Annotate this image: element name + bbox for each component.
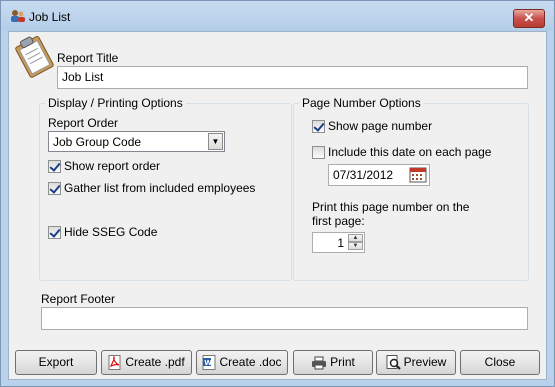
report-title-input[interactable]: Job List: [57, 66, 528, 89]
first-page-label-line2: first page:: [312, 214, 365, 228]
stepper-buttons: ▲ ▼: [348, 234, 363, 251]
page-date-value: 07/31/2012: [333, 168, 394, 182]
close-button[interactable]: Close: [460, 350, 540, 375]
print-button[interactable]: Print: [293, 350, 373, 375]
close-icon: ✕: [523, 10, 535, 25]
gather-list-checkbox[interactable]: [48, 182, 61, 195]
include-date-checkbox[interactable]: [312, 146, 325, 159]
report-footer-label: Report Footer: [41, 292, 116, 306]
page-number-options-group: Page Number Options Show page number Inc…: [293, 96, 529, 281]
page-date-input[interactable]: 07/31/2012: [328, 164, 430, 186]
report-footer-input[interactable]: [41, 307, 528, 330]
first-page-number-stepper[interactable]: 1 ▲ ▼: [312, 232, 365, 253]
first-page-label-line1: Print this page number on the: [312, 200, 470, 214]
svg-text:W: W: [205, 359, 213, 367]
calendar-icon[interactable]: [409, 167, 427, 183]
create-doc-label: Create .doc: [219, 355, 282, 369]
show-report-order-label: Show report order: [64, 159, 161, 173]
clipboard-icon: [15, 35, 54, 78]
hide-sseg-checkbox[interactable]: [48, 226, 61, 239]
word-doc-icon: W: [202, 355, 216, 371]
window-close-button[interactable]: ✕: [513, 9, 545, 28]
preview-label: Preview: [403, 355, 447, 369]
display-options-title: Display / Printing Options: [45, 96, 186, 110]
include-date-label: Include this date on each page: [328, 145, 492, 159]
dialog-body: Report Title Job List Display / Printing…: [8, 31, 547, 380]
chevron-down-icon[interactable]: ▼: [208, 133, 223, 150]
preview-magnifier-icon: [386, 355, 401, 371]
title-bar[interactable]: Job List ✕: [1, 1, 554, 31]
create-pdf-button[interactable]: Create .pdf: [101, 350, 192, 375]
page-number-options-title: Page Number Options: [299, 96, 424, 110]
preview-button[interactable]: Preview: [376, 350, 456, 375]
show-page-number-label: Show page number: [328, 119, 433, 133]
gather-list-label: Gather list from included employees: [64, 181, 256, 195]
window-title: Job List: [29, 10, 71, 24]
report-title-label: Report Title: [57, 51, 119, 65]
stepper-up-icon[interactable]: ▲: [348, 234, 363, 242]
job-list-window: Job List ✕ Report Title Job List Display…: [0, 0, 555, 387]
pdf-icon: [108, 355, 121, 371]
display-options-group: Display / Printing Options Report Order …: [39, 96, 292, 281]
create-pdf-label: Create .pdf: [125, 355, 185, 369]
printer-icon: [312, 356, 327, 370]
print-label: Print: [330, 355, 355, 369]
show-page-number-checkbox[interactable]: [312, 120, 325, 133]
hide-sseg-label: Hide SSEG Code: [64, 225, 158, 239]
stepper-down-icon[interactable]: ▼: [348, 242, 363, 250]
export-button[interactable]: Export: [15, 350, 97, 375]
create-doc-button[interactable]: W Create .doc: [196, 350, 288, 375]
report-order-value: Job Group Code: [53, 135, 142, 149]
first-page-number-value: 1: [337, 236, 344, 250]
export-button-label: Export: [38, 355, 74, 369]
report-order-label: Report Order: [48, 116, 119, 130]
report-order-select[interactable]: Job Group Code ▼: [48, 131, 225, 152]
show-report-order-checkbox[interactable]: [48, 160, 61, 173]
close-button-label: Close: [484, 355, 516, 369]
app-users-icon: [11, 10, 25, 22]
